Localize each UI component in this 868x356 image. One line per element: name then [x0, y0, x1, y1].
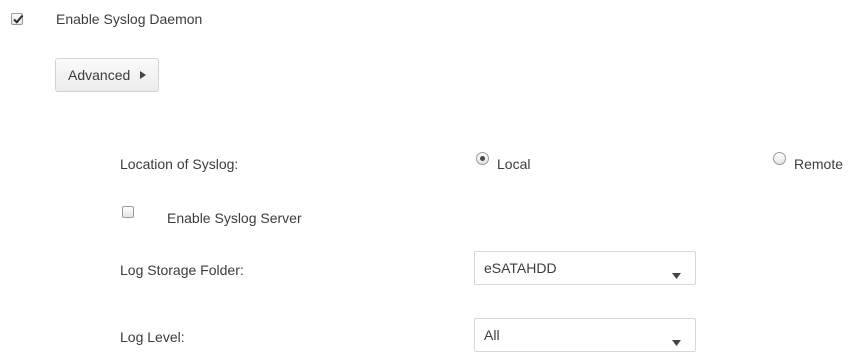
chevron-down-icon: [672, 333, 681, 349]
enable-syslog-server-checkbox[interactable]: [122, 206, 134, 218]
remote-radio[interactable]: [773, 152, 786, 165]
chevron-down-icon: [672, 266, 681, 282]
location-of-syslog-label: Location of Syslog:: [120, 156, 239, 172]
advanced-button-label: Advanced: [68, 67, 131, 83]
log-storage-folder-label: Log Storage Folder:: [120, 262, 244, 278]
enable-syslog-daemon-label: Enable Syslog Daemon: [56, 11, 203, 27]
log-storage-folder-select[interactable]: eSATAHDD: [474, 251, 696, 285]
enable-syslog-daemon-checkbox[interactable]: [11, 13, 24, 25]
log-storage-folder-value: eSATAHDD: [484, 260, 557, 276]
log-level-select[interactable]: All: [474, 318, 696, 352]
local-radio[interactable]: [476, 152, 489, 165]
remote-radio-label[interactable]: Remote: [794, 156, 843, 172]
checkmark-icon: [13, 14, 24, 24]
local-radio-label[interactable]: Local: [497, 156, 530, 172]
enable-syslog-server-label: Enable Syslog Server: [167, 210, 302, 226]
caret-right-icon: [140, 71, 147, 79]
log-level-label: Log Level:: [120, 329, 185, 345]
log-level-value: All: [484, 327, 500, 343]
advanced-button[interactable]: Advanced: [55, 58, 160, 92]
